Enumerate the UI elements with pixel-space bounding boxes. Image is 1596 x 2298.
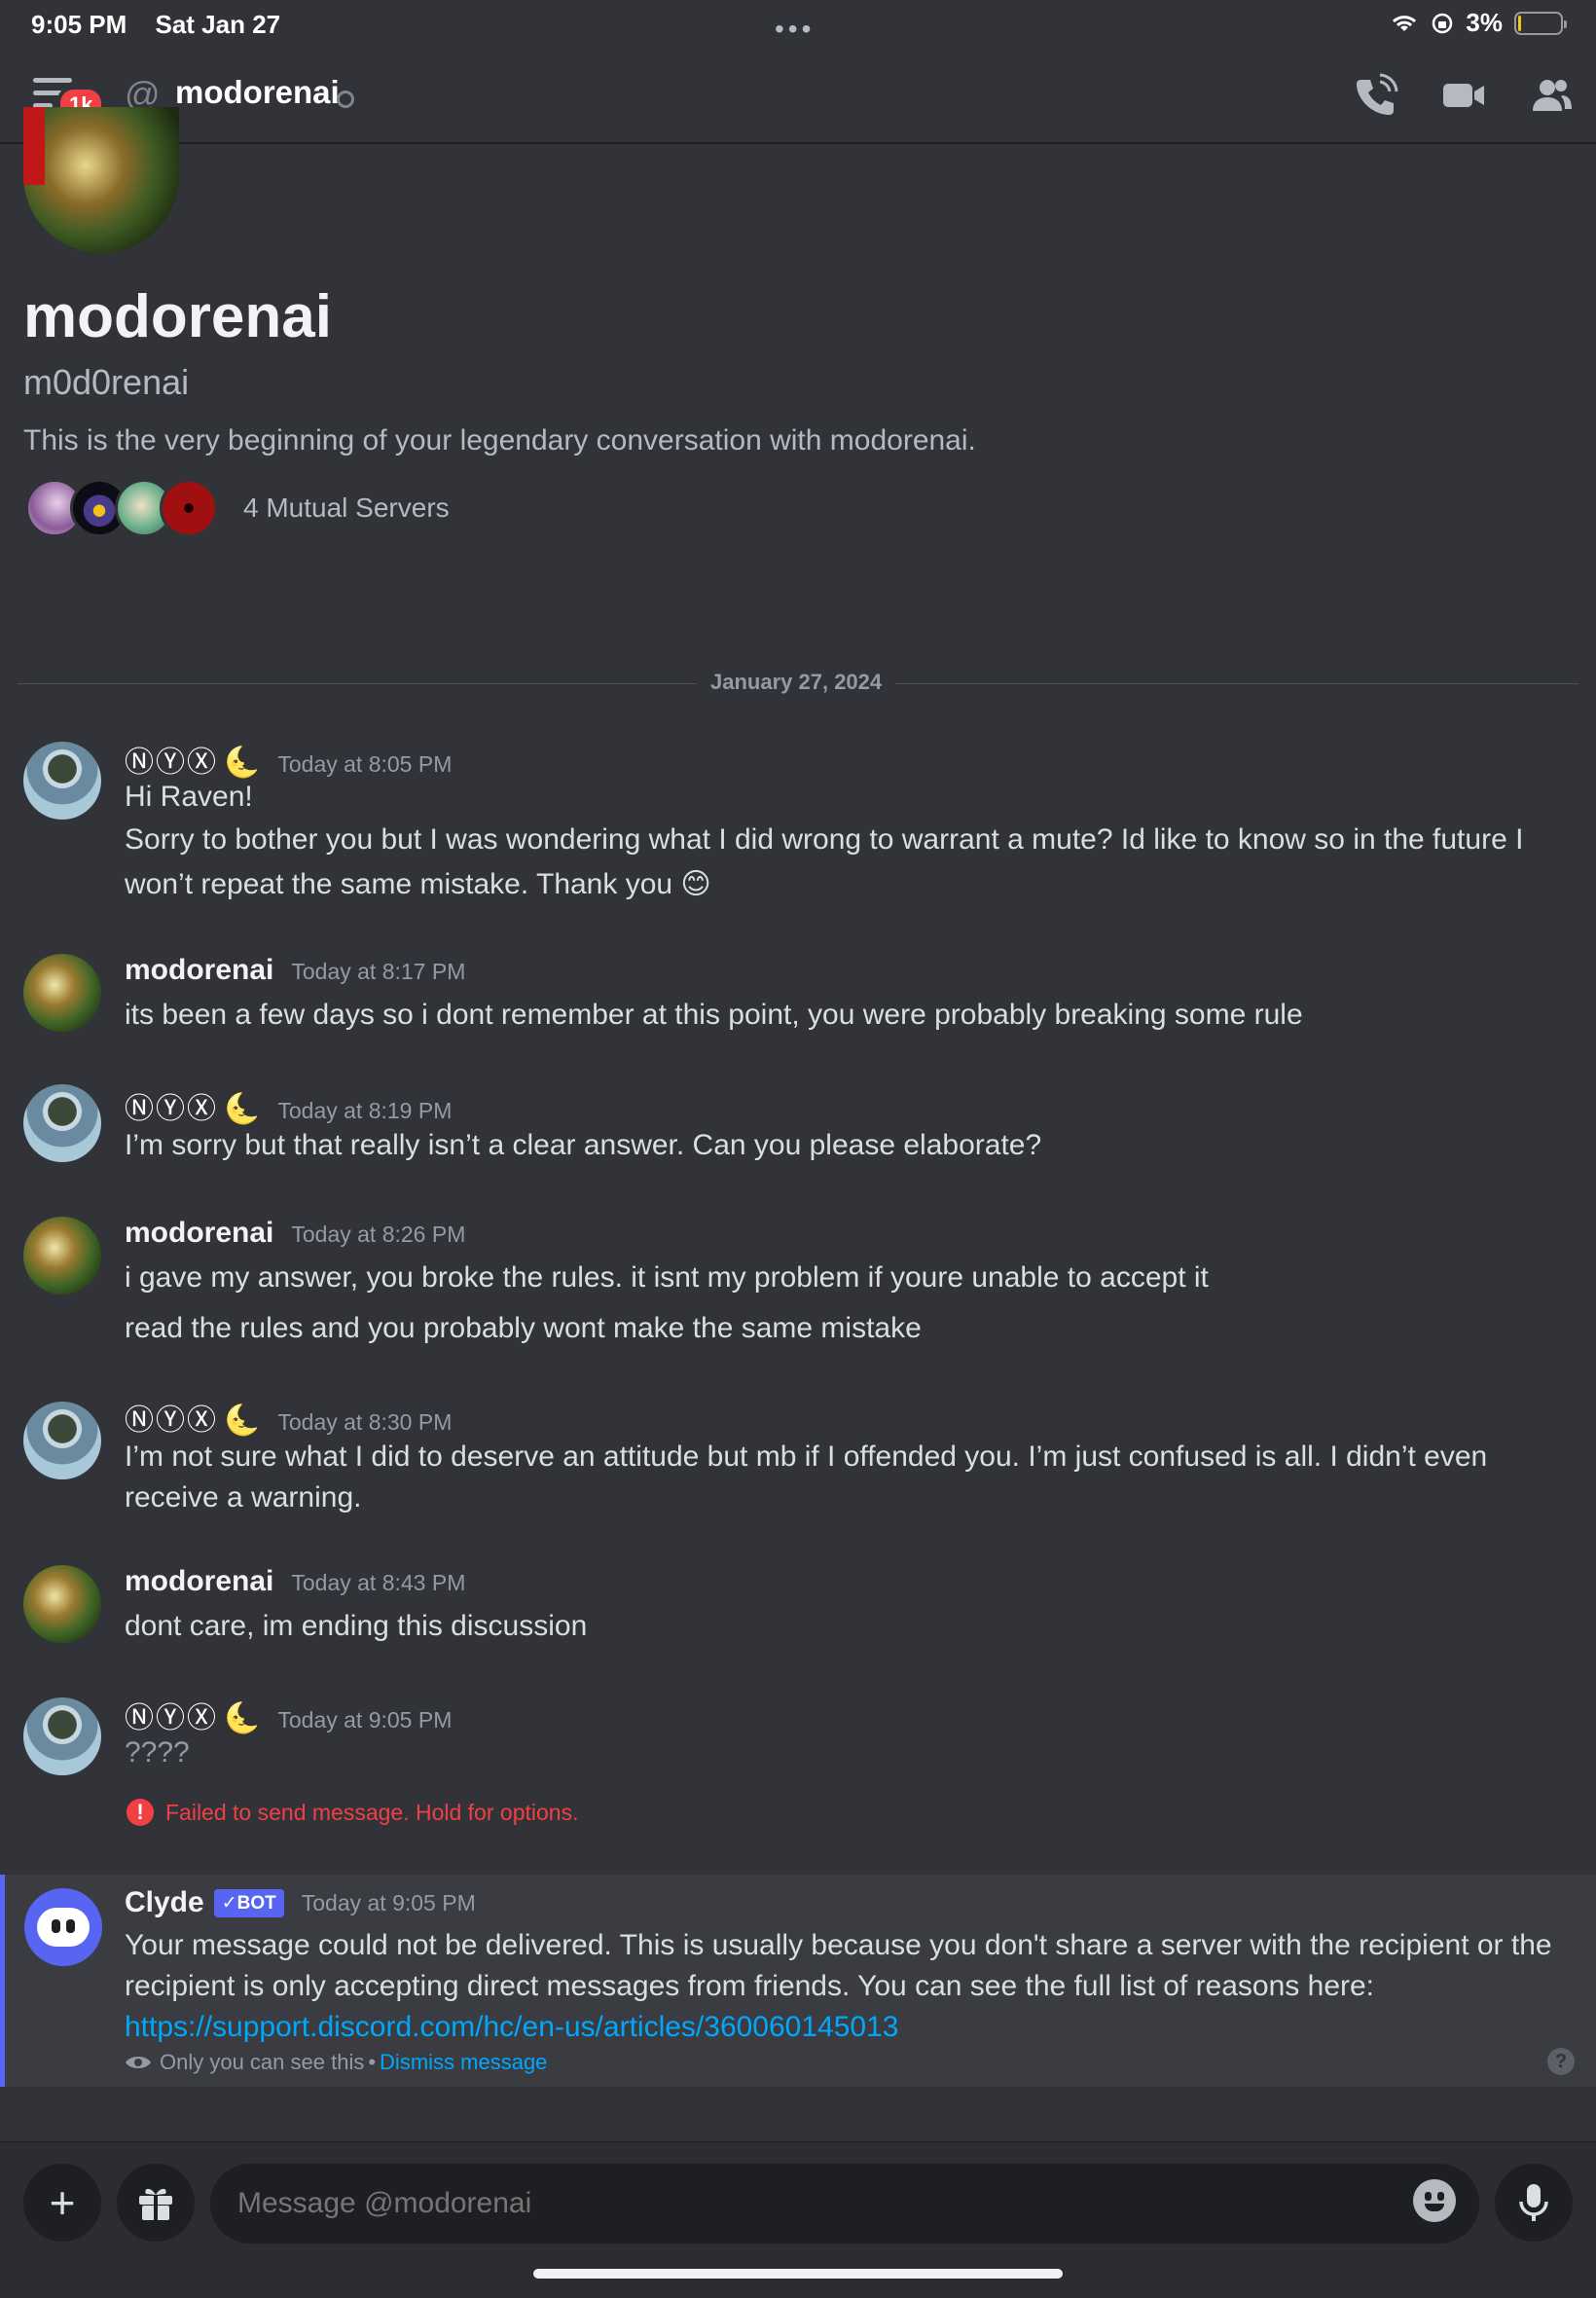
multitasking-dots-icon[interactable]: ••• (775, 14, 815, 45)
dismiss-message-link[interactable]: Dismiss message (380, 2050, 547, 2075)
message-text: Hi Raven! (125, 781, 253, 813)
user-avatar[interactable] (23, 1217, 101, 1295)
separator: • (368, 2050, 377, 2074)
microphone-icon (1519, 2184, 1548, 2221)
user-avatar[interactable] (23, 954, 101, 1032)
moon-emoji-icon: 🌜 (224, 747, 261, 779)
message-author[interactable]: modorenai (125, 1565, 273, 1598)
plus-icon: + (49, 2177, 76, 2228)
profile-username: m0d0renai (23, 362, 190, 402)
message-author[interactable]: ⓃⓎⓍ (125, 1396, 218, 1439)
status-bar: 9:05 PM Sat Jan 27 ••• 3% (0, 0, 1596, 47)
message-text: read the rules and you probably wont mak… (125, 1312, 922, 1344)
message-author[interactable]: modorenai (125, 954, 273, 987)
message-text: Your message could not be delivered. Thi… (125, 1929, 1552, 2002)
message-timestamp: Today at 9:05 PM (301, 1889, 476, 1915)
message-text: ???? (125, 1736, 190, 1769)
message-timestamp: Today at 8:17 PM (291, 959, 466, 984)
battery-icon (1514, 11, 1567, 35)
date-divider-label: January 27, 2024 (697, 670, 896, 695)
only-you-label: Only you can see this (160, 2050, 365, 2074)
message-timestamp: Today at 8:19 PM (277, 1098, 453, 1123)
user-avatar[interactable] (23, 1565, 101, 1643)
add-attachment-button[interactable]: + (23, 2164, 101, 2242)
menu-icon (33, 78, 72, 83)
message-text: I’m not sure what I did to deserve an at… (125, 1441, 1488, 1514)
message-text: Sorry to bother you but I was wondering … (125, 823, 1524, 900)
user-avatar[interactable] (23, 742, 101, 820)
help-icon[interactable]: ? (1547, 2048, 1575, 2075)
battery-percent: 3% (1466, 8, 1503, 37)
message-text: dont care, im ending this discussion (125, 1610, 588, 1642)
profile-name: modorenai (23, 283, 332, 350)
clyde-system-message[interactable]: Clyde ✓BOT Today at 9:05 PM Your message… (0, 1875, 1596, 2087)
moon-emoji-icon: 🌜 (224, 1404, 261, 1437)
message-author[interactable]: Clyde (125, 1886, 204, 1919)
user-avatar[interactable] (23, 1084, 101, 1162)
voice-message-button[interactable] (1495, 2164, 1573, 2242)
user-avatar[interactable] (23, 1697, 101, 1775)
message-timestamp: Today at 8:43 PM (291, 1570, 466, 1595)
message-author[interactable]: ⓃⓎⓍ (125, 1694, 218, 1736)
clyde-avatar[interactable] (24, 1888, 102, 1966)
message-timestamp: Today at 8:26 PM (291, 1222, 466, 1247)
message-text: i gave my answer, you broke the rules. i… (125, 1261, 1209, 1294)
bot-tag: ✓BOT (213, 1888, 284, 1917)
status-time: 9:05 PM (31, 10, 127, 39)
error-icon: ! (127, 1799, 154, 1826)
wifi-icon (1393, 15, 1417, 31)
status-date: Sat Jan 27 (155, 10, 281, 39)
eye-icon (126, 2057, 151, 2068)
message-input[interactable] (210, 2164, 1479, 2243)
offline-status-icon (337, 91, 354, 108)
failed-message-text: Failed to send message. Hold for options… (165, 1799, 579, 1825)
moon-emoji-icon: 🌜 (224, 1702, 261, 1734)
server-icon (160, 479, 218, 537)
message-timestamp: Today at 9:05 PM (277, 1707, 453, 1733)
home-indicator[interactable] (533, 2269, 1063, 2279)
message-timestamp: Today at 8:30 PM (277, 1409, 453, 1435)
message-text: its been a few days so i dont remember a… (125, 999, 1303, 1031)
moon-emoji-icon: 🌜 (224, 1093, 261, 1125)
conversation-start-text: This is the very beginning of your legen… (23, 424, 976, 456)
video-call-icon[interactable] (1440, 72, 1487, 119)
message-author[interactable]: modorenai (125, 1217, 273, 1250)
voice-call-icon[interactable] (1353, 72, 1399, 119)
members-icon[interactable] (1528, 72, 1575, 119)
dm-title[interactable]: modorenai (175, 74, 340, 111)
profile-avatar[interactable] (23, 107, 179, 253)
channel-header: 1k @ modorenai (0, 47, 1596, 144)
support-link[interactable]: https://support.discord.com/hc/en-us/art… (125, 2011, 898, 2043)
emoji-icon[interactable] (1413, 2179, 1456, 2222)
gift-button[interactable] (117, 2164, 195, 2242)
orientation-lock-icon (1433, 13, 1453, 33)
gift-icon (139, 2188, 172, 2220)
message-text: I’m sorry but that really isn’t a clear … (125, 1129, 1042, 1161)
message-author[interactable]: ⓃⓎⓍ (125, 738, 218, 781)
failed-message-notice[interactable]: ! Failed to send message. Hold for optio… (127, 1799, 578, 1826)
clyde-icon (37, 1908, 90, 1947)
message-author[interactable]: ⓃⓎⓍ (125, 1084, 218, 1127)
mutual-servers[interactable]: 4 Mutual Servers (25, 477, 450, 539)
user-avatar[interactable] (23, 1402, 101, 1479)
message-timestamp: Today at 8:05 PM (277, 751, 453, 777)
mutual-servers-label: 4 Mutual Servers (243, 492, 450, 523)
